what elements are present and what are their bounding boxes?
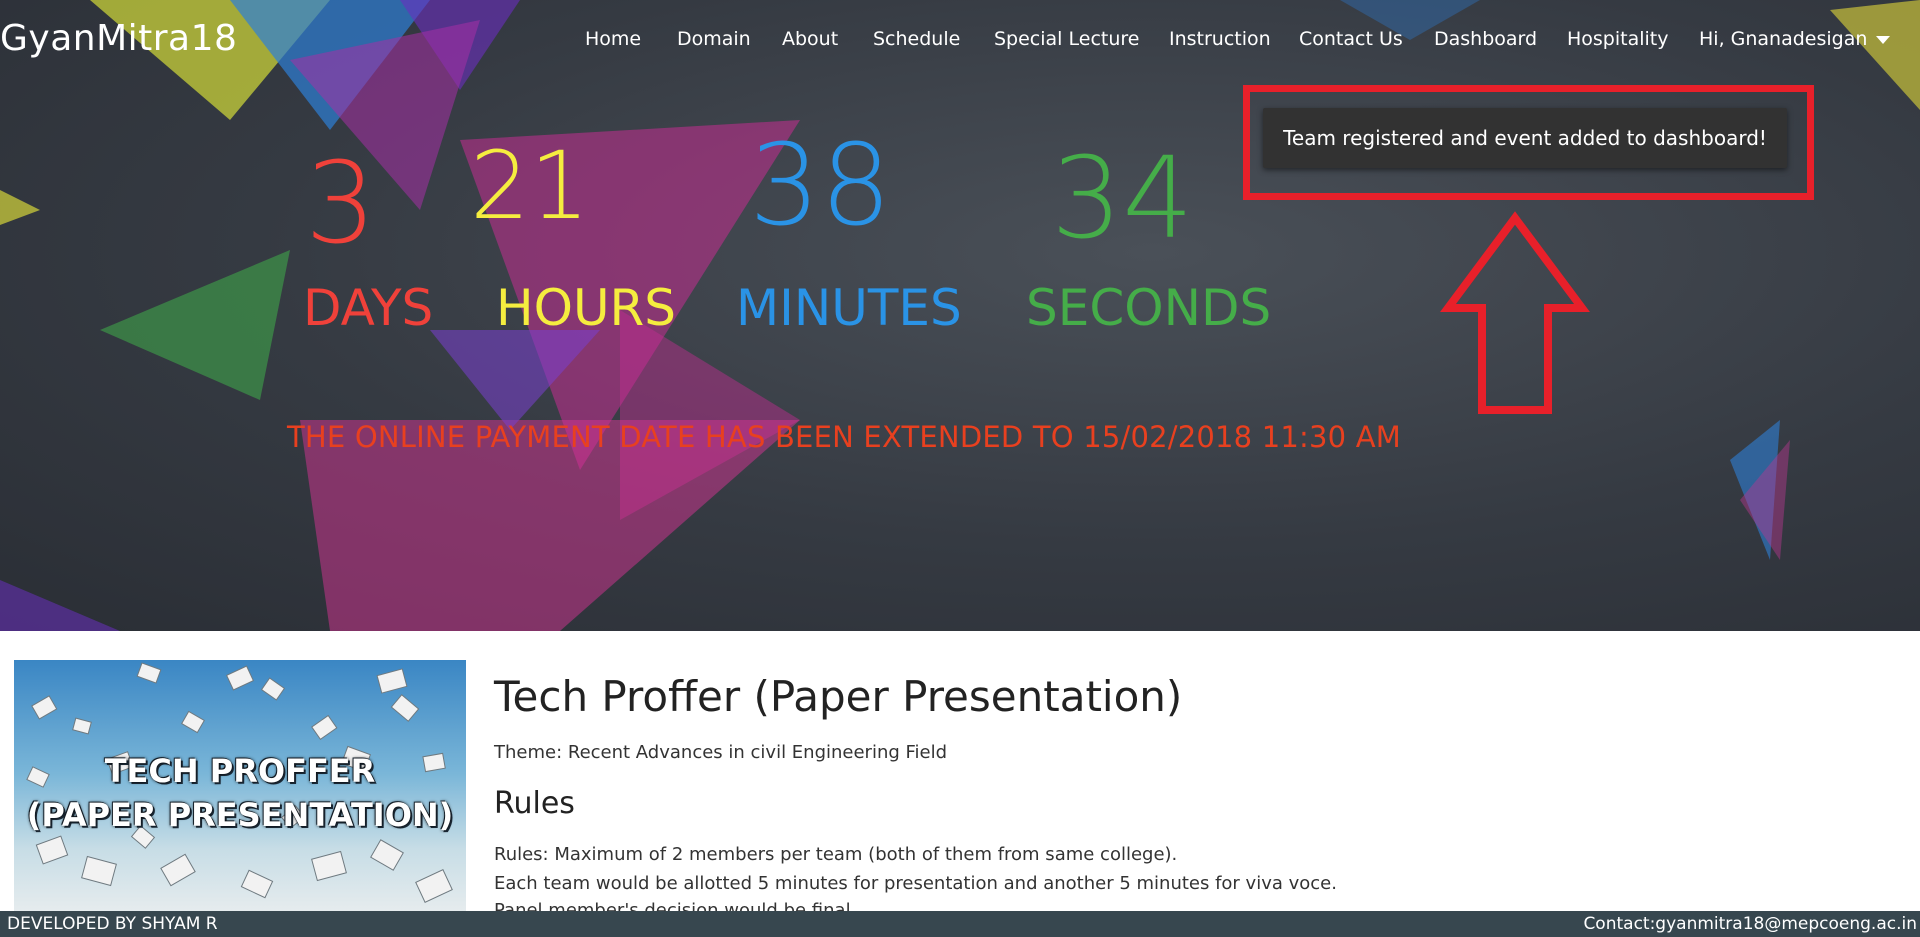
- annotation-arrow-icon: [1440, 211, 1590, 414]
- countdown-days-value: 3: [305, 139, 377, 269]
- event-image: TECH PROFFER (PAPER PRESENTATION): [14, 660, 466, 912]
- countdown-minutes-value: 38: [749, 121, 892, 251]
- countdown-minutes-label: MINUTES: [736, 279, 962, 337]
- footer-contact[interactable]: Contact:gyanmitra18@mepcoeng.ac.in: [1583, 914, 1917, 934]
- rule-item: Rules: Maximum of 2 members per team (bo…: [494, 844, 1178, 865]
- event-image-subtitle: (PAPER PRESENTATION): [26, 796, 454, 834]
- nav-dashboard[interactable]: Dashboard: [1434, 28, 1537, 50]
- countdown-seconds-value: 34: [1051, 134, 1194, 264]
- nav-user-menu[interactable]: Hi, Gnanadesigan: [1699, 28, 1867, 50]
- nav-domain[interactable]: Domain: [677, 28, 751, 50]
- payment-notice: THE ONLINE PAYMENT DATE HAS BEEN EXTENDE…: [287, 420, 1402, 454]
- rules-heading: Rules: [494, 786, 575, 821]
- countdown-seconds-label: SECONDS: [1026, 279, 1272, 337]
- annotation-highlight-box: [1243, 85, 1814, 200]
- event-title: Tech Proffer (Paper Presentation): [494, 672, 1183, 721]
- nav-home[interactable]: Home: [585, 28, 641, 50]
- nav-schedule[interactable]: Schedule: [873, 28, 960, 50]
- countdown-days-label: DAYS: [303, 279, 434, 337]
- countdown-hours-label: HOURS: [496, 279, 677, 337]
- nav-special-lecture[interactable]: Special Lecture: [994, 28, 1139, 50]
- event-theme: Theme: Recent Advances in civil Engineer…: [494, 742, 948, 763]
- countdown-hours-value: 21: [470, 132, 590, 241]
- footer-credit: DEVELOPED BY SHYAM R: [7, 914, 218, 934]
- nav-about[interactable]: About: [782, 28, 838, 50]
- chevron-down-icon[interactable]: [1876, 36, 1890, 44]
- event-image-title: TECH PROFFER: [104, 752, 376, 790]
- nav-hospitality[interactable]: Hospitality: [1567, 28, 1669, 50]
- footer: DEVELOPED BY SHYAM R Contact:gyanmitra18…: [0, 911, 1920, 937]
- nav-contact-us[interactable]: Contact Us: [1299, 28, 1403, 50]
- rule-item: Each team would be allotted 5 minutes fo…: [494, 873, 1337, 894]
- top-nav: Home Domain About Schedule Special Lectu…: [0, 28, 1920, 58]
- nav-instruction[interactable]: Instruction: [1169, 28, 1271, 50]
